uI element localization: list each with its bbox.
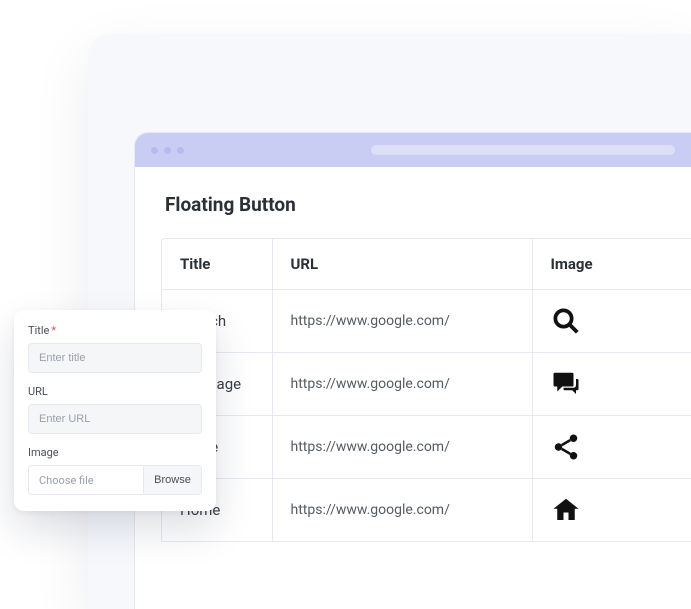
field-title: Title* — [28, 324, 202, 373]
cell-url: https://www.google.com/ — [272, 416, 532, 479]
table-row[interactable]: Message https://www.google.com/ — [162, 353, 691, 416]
chat-icon — [551, 369, 674, 399]
col-title: Title — [162, 239, 272, 290]
cell-url: https://www.google.com/ — [272, 353, 532, 416]
cell-image — [532, 479, 691, 542]
table-row[interactable]: Share https://www.google.com/ — [162, 416, 691, 479]
title-label: Title* — [28, 324, 202, 337]
window-dot-max — [177, 147, 184, 154]
window-dot-min — [164, 147, 171, 154]
cell-url: https://www.google.com/ — [272, 290, 532, 353]
url-label: URL — [28, 385, 202, 398]
table-row[interactable]: Search https://www.google.com/ — [162, 290, 691, 353]
col-url: URL — [272, 239, 532, 290]
cell-url: https://www.google.com/ — [272, 479, 532, 542]
browser-chrome — [135, 133, 691, 167]
image-file-input[interactable]: Choose file Browse — [28, 465, 202, 495]
page-content: Floating Button Title URL Image Search h… — [135, 167, 691, 542]
cell-image — [532, 290, 691, 353]
window-controls — [151, 147, 184, 154]
table-row[interactable]: Home https://www.google.com/ — [162, 479, 691, 542]
required-asterisk: * — [51, 324, 56, 337]
search-icon — [551, 306, 674, 336]
col-image: Image — [532, 239, 691, 290]
floating-form-card: Title* URL Image Choose file Browse — [14, 310, 216, 511]
page-title: Floating Button — [161, 193, 691, 216]
floating-button-table: Title URL Image Search https://www.googl… — [161, 238, 691, 542]
title-input[interactable] — [28, 343, 202, 373]
image-label: Image — [28, 446, 202, 459]
url-input[interactable] — [28, 404, 202, 434]
window-dot-close — [151, 147, 158, 154]
field-image: Image Choose file Browse — [28, 446, 202, 495]
table-header-row: Title URL Image — [162, 239, 691, 290]
browser-urlbar — [371, 145, 675, 155]
cell-image — [532, 416, 691, 479]
image-file-placeholder: Choose file — [29, 466, 143, 494]
share-icon — [551, 432, 674, 462]
title-label-text: Title — [28, 324, 49, 337]
browse-button[interactable]: Browse — [143, 466, 201, 494]
home-icon — [551, 495, 674, 525]
field-url: URL — [28, 385, 202, 434]
browser-window: Floating Button Title URL Image Search h… — [134, 132, 691, 609]
cell-image — [532, 353, 691, 416]
